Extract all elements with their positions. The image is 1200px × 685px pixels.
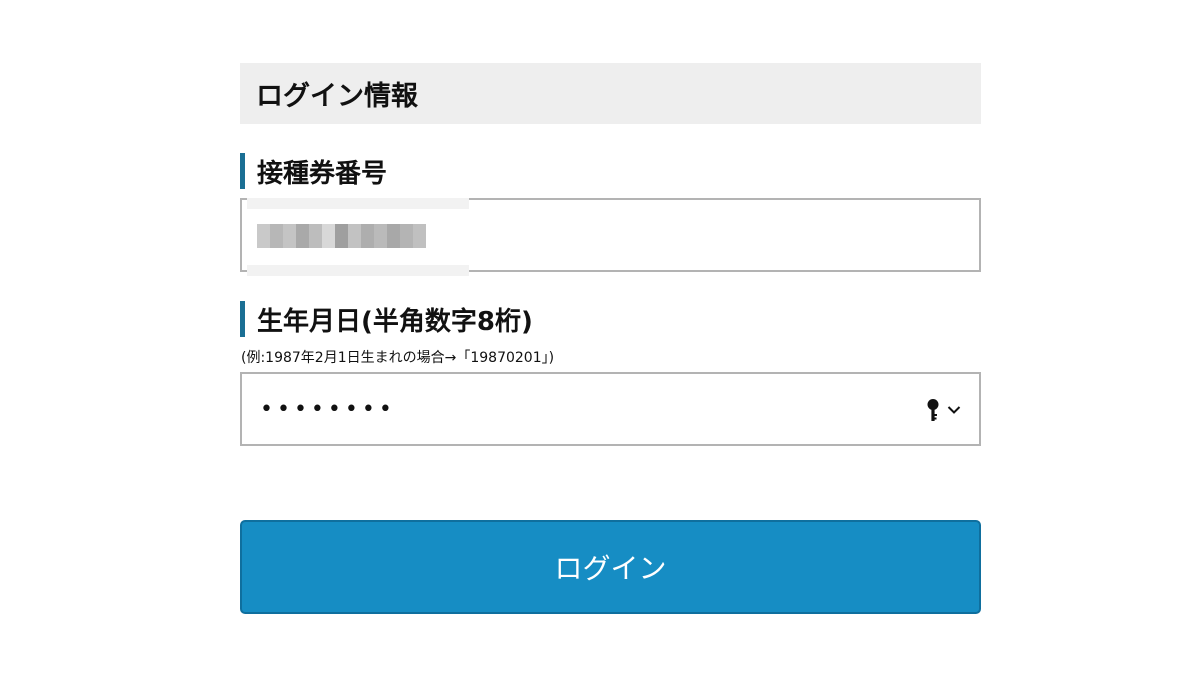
ticket-number-label: 接種券番号 (240, 153, 387, 189)
section-header: ログイン情報 (240, 63, 981, 124)
birthdate-input[interactable] (240, 372, 981, 446)
login-button[interactable]: ログイン (240, 520, 981, 614)
chevron-down-icon[interactable] (947, 405, 961, 415)
birthdate-label: 生年月日(半角数字8桁) (240, 301, 533, 337)
ticket-number-input[interactable] (240, 198, 981, 276)
section-title: ログイン情報 (256, 81, 418, 112)
birthdate-label-text: 生年月日(半角数字8桁) (257, 306, 533, 337)
ticket-number-field[interactable] (242, 200, 979, 270)
key-icon[interactable] (925, 398, 941, 424)
birthdate-hint: (例:1987年2月1日生まれの場合→「19870201」) (241, 350, 555, 366)
ticket-number-label-text: 接種券番号 (257, 158, 388, 189)
birthdate-password-field[interactable] (242, 374, 979, 444)
